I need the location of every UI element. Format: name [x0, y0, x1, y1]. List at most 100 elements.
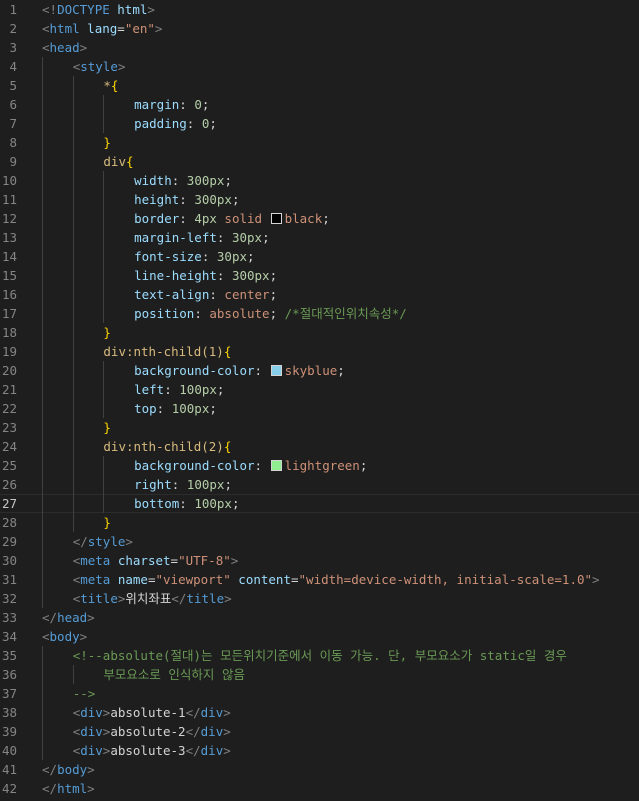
line-number: 42 — [1, 781, 17, 796]
indent-guide — [72, 323, 74, 342]
code-line[interactable]: 15 line-height: 300px; — [0, 266, 639, 285]
code-line[interactable]: 28} — [0, 513, 639, 532]
indent-guide — [72, 304, 74, 323]
indent-guide — [72, 285, 74, 304]
code-token: absolute-1 — [110, 705, 186, 720]
indent-guide — [72, 247, 74, 266]
code-line[interactable]: 18} — [0, 323, 639, 342]
code-line[interactable]: 32 <title>위치좌표</title> — [0, 589, 639, 608]
code-line[interactable]: 11 height: 300px; — [0, 190, 639, 209]
code-text: <!DOCTYPE html> — [42, 0, 155, 19]
code-token: : — [254, 363, 270, 378]
code-text: </style> — [73, 532, 133, 551]
code-line[interactable]: 6 margin: 0; — [0, 95, 639, 114]
code-token: </ — [72, 534, 88, 549]
indent-guide — [72, 95, 74, 114]
code-token: title — [186, 591, 225, 606]
code-line[interactable]: 22 top: 100px; — [0, 399, 639, 418]
code-line[interactable]: 42 </html> — [0, 779, 639, 798]
indent-guide — [72, 171, 74, 190]
code-text: 부모요소로 인식하지 않음 — [103, 665, 245, 684]
code-token: : — [194, 306, 210, 321]
code-line[interactable]: 16 text-align: center; — [0, 285, 639, 304]
code-line[interactable]: 41 </body> — [0, 760, 639, 779]
code-text: <div>absolute-3</div> — [73, 741, 231, 760]
code-token: lang — [87, 21, 118, 36]
code-token: 100px — [171, 401, 210, 416]
indent-guide — [103, 171, 105, 190]
line-number: 29 — [1, 534, 17, 549]
code-line[interactable]: 25 background-color: lightgreen; — [0, 456, 639, 475]
code-line[interactable]: 13 margin-left: 30px; — [0, 228, 639, 247]
line-number: 12 — [1, 211, 17, 226]
code-line[interactable]: 40 <div>absolute-3</div> — [0, 741, 639, 760]
code-token: > — [223, 743, 231, 758]
code-text: left: 100px; — [134, 380, 224, 399]
code-text: line-height: 300px; — [134, 266, 277, 285]
code-line[interactable]: 26 right: 100px; — [0, 475, 639, 494]
indent-guide — [72, 437, 74, 456]
line-number: 5 — [9, 78, 17, 93]
code-line[interactable]: 34 <body> — [0, 627, 639, 646]
code-token: : — [171, 477, 187, 492]
code-editor[interactable]: 1 <!DOCTYPE html> 2 <html lang="en"> 3 <head>… — [0, 0, 639, 801]
indent-guide — [103, 380, 105, 399]
code-line[interactable]: 17 position: absolute; /*절대적인위치속성*/ — [0, 304, 639, 323]
code-line[interactable]: 4 <style> — [0, 57, 639, 76]
code-line[interactable]: 9 div{ — [0, 152, 639, 171]
code-text: div:nth-child(2){ — [103, 437, 231, 456]
code-text: } — [103, 323, 111, 342]
code-line[interactable]: 2 <html lang="en"> — [0, 19, 639, 38]
code-token: line-height — [134, 268, 217, 283]
line-number: 34 — [1, 629, 17, 644]
code-line[interactable]: 1 <!DOCTYPE html> — [0, 0, 639, 19]
code-text: } — [103, 513, 111, 532]
indent-guide — [42, 342, 43, 361]
code-token: > — [592, 572, 600, 587]
code-line[interactable]: 36 부모요소로 인식하지 않음 — [0, 665, 639, 684]
code-token: = — [290, 572, 299, 587]
code-text: <meta name="viewport" content="width=dev… — [73, 570, 600, 589]
indent-guide — [42, 589, 43, 608]
code-text: <head> — [42, 38, 87, 57]
code-token: < — [42, 629, 50, 644]
code-line[interactable]: 3 <head> — [0, 38, 639, 57]
code-token: { — [223, 439, 232, 454]
code-line[interactable]: 27 bottom: 100px; — [0, 494, 639, 513]
code-line[interactable]: 33 </head> — [0, 608, 639, 627]
code-line[interactable]: 37 --> — [0, 684, 639, 703]
code-line[interactable]: 35 <!--absolute(절대)는 모든위치기준에서 이동 가능. 단, 부… — [0, 646, 639, 665]
code-token: ; — [262, 230, 270, 245]
code-line[interactable]: 30 <meta charset="UTF-8"> — [0, 551, 639, 570]
indent-guide — [42, 418, 43, 437]
code-token: div — [80, 743, 103, 758]
code-token: ; — [322, 211, 330, 226]
code-line[interactable]: 31 <meta name="viewport" content="width=d… — [0, 570, 639, 589]
code-token: head — [49, 40, 80, 55]
code-token: font-size — [134, 249, 202, 264]
code-token: : — [171, 173, 187, 188]
code-token: left — [134, 382, 165, 397]
code-token: absolute-3 — [110, 743, 186, 758]
code-line[interactable]: 20 background-color: skyblue; — [0, 361, 639, 380]
code-line[interactable]: 39 <div>absolute-2</div> — [0, 722, 639, 741]
line-number: 24 — [1, 439, 17, 454]
code-line[interactable]: 10 width: 300px; — [0, 171, 639, 190]
indent-guide — [42, 76, 43, 95]
code-line[interactable]: 8} — [0, 133, 639, 152]
code-token: style — [80, 59, 118, 74]
code-line[interactable]: 29 </style> — [0, 532, 639, 551]
code-line[interactable]: 19 div:nth-child(1){ — [0, 342, 639, 361]
code-text: </html> — [42, 779, 95, 798]
indent-guide — [103, 114, 105, 133]
code-line[interactable]: 38 <div>absolute-1</div> — [0, 703, 639, 722]
code-line[interactable]: 24 div:nth-child(2){ — [0, 437, 639, 456]
code-text: div{ — [103, 152, 133, 171]
code-line[interactable]: 5 *{ — [0, 76, 639, 95]
code-line[interactable]: 21 left: 100px; — [0, 380, 639, 399]
code-line[interactable]: 7 padding: 0; — [0, 114, 639, 133]
indent-guide — [72, 228, 74, 247]
code-line[interactable]: 12 border: 4px solid black; — [0, 209, 639, 228]
code-line[interactable]: 23} — [0, 418, 639, 437]
code-line[interactable]: 14 font-size: 30px; — [0, 247, 639, 266]
